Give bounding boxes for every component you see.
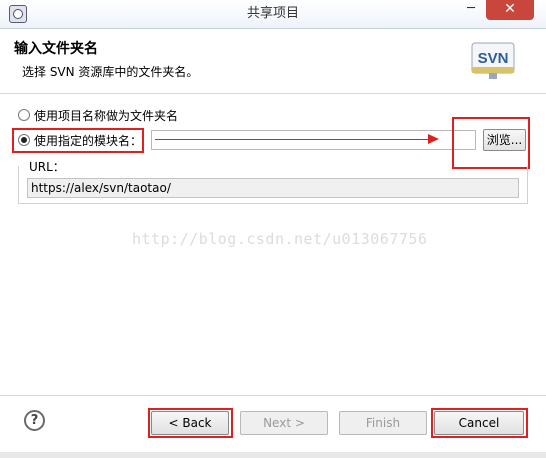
watermark-text: http://blog.csdn.net/u013067756: [132, 230, 428, 248]
annotation-arrow-line: [155, 139, 430, 140]
back-button[interactable]: < Back: [151, 411, 229, 435]
use-project-name-radio[interactable]: [18, 109, 30, 121]
close-button[interactable]: ✕: [486, 0, 534, 20]
help-icon[interactable]: ?: [24, 410, 45, 431]
browse-button[interactable]: 浏览...: [483, 129, 526, 151]
use-module-name-label[interactable]: 使用指定的模块名：: [34, 132, 142, 149]
annotation-arrow-head: [428, 134, 439, 144]
window-bottom-edge: [0, 452, 546, 458]
next-button[interactable]: Next >: [240, 411, 328, 435]
svn-logo-text: SVN: [478, 50, 509, 67]
svn-logo-icon: SVN: [471, 42, 515, 79]
use-module-name-radio[interactable]: [18, 134, 30, 146]
use-project-name-label[interactable]: 使用项目名称做为文件夹名: [34, 107, 178, 124]
minimize-button[interactable]: ─: [458, 0, 484, 20]
cancel-button[interactable]: Cancel: [434, 411, 524, 435]
footer-divider: [0, 395, 546, 396]
url-field: https://alex/svn/taotao/: [27, 178, 519, 198]
finish-button[interactable]: Finish: [339, 411, 427, 435]
url-label: URL：: [26, 158, 68, 175]
page-description: 选择 SVN 资源库中的文件夹名。: [22, 65, 199, 79]
page-title: 输入文件夹名: [14, 41, 98, 57]
